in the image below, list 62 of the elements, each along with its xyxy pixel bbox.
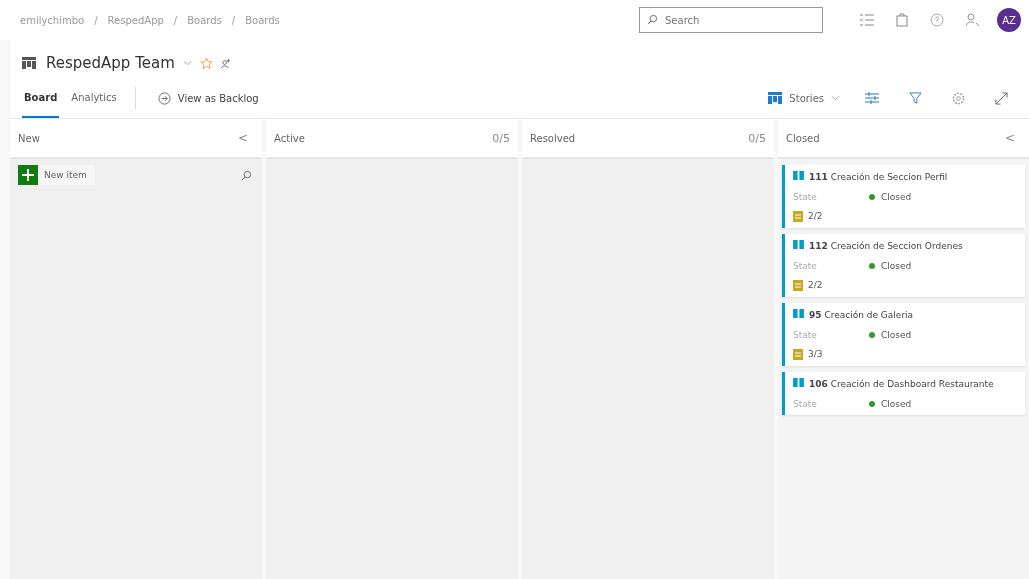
clipboard-icon bbox=[793, 210, 803, 222]
new-item-button[interactable]: New item bbox=[18, 165, 95, 185]
field-label: State bbox=[793, 330, 818, 340]
help-icon[interactable] bbox=[930, 13, 944, 27]
book-icon bbox=[793, 378, 804, 387]
work-item-card[interactable]: 111 Creación de Seccion Perfil State Closed 2/2 bbox=[782, 165, 1025, 228]
board-icon bbox=[22, 57, 36, 69]
expand-icon[interactable] bbox=[995, 91, 1008, 105]
breadcrumb-separator: / bbox=[94, 14, 98, 26]
state-value: Closed bbox=[881, 192, 912, 202]
search-icon bbox=[647, 14, 658, 25]
user-avatar[interactable]: AZ bbox=[997, 8, 1021, 32]
settings-icon[interactable] bbox=[952, 91, 965, 105]
clipboard-icon bbox=[793, 279, 803, 291]
breadcrumb-separator: / bbox=[231, 14, 236, 26]
state-value: Closed bbox=[881, 330, 912, 340]
task-count: 2/2 bbox=[808, 280, 823, 290]
collapse-button[interactable]: < bbox=[231, 130, 254, 146]
shopping-bag-icon[interactable] bbox=[896, 13, 908, 27]
book-icon bbox=[793, 309, 804, 318]
field-label: State bbox=[793, 261, 818, 271]
star-icon[interactable] bbox=[199, 56, 213, 70]
board-icon bbox=[768, 92, 783, 104]
user-settings-icon[interactable] bbox=[966, 13, 980, 27]
clipboard-icon bbox=[793, 348, 803, 360]
breadcrumb-separator: / bbox=[173, 14, 178, 26]
people-icon[interactable] bbox=[220, 57, 232, 69]
column-title: Active bbox=[274, 132, 306, 144]
field-label: State bbox=[793, 399, 818, 409]
work-item-card[interactable]: 112 Creación de Seccion Ordenes State Closed 2/2 bbox=[782, 234, 1025, 297]
column-title: New bbox=[18, 132, 41, 144]
wip-limit: 0/5 bbox=[748, 131, 766, 145]
state-value: Closed bbox=[881, 399, 912, 409]
card-title[interactable]: 112 Creación de Seccion Ordenes bbox=[809, 240, 963, 253]
card-title[interactable]: 111 Creación de Seccion Perfil bbox=[809, 171, 948, 184]
work-item-card[interactable]: 95 Creación de Galeria State Closed 3/3 bbox=[782, 303, 1025, 366]
backlog-level-picker[interactable]: Stories bbox=[762, 91, 846, 105]
column-title: Resolved bbox=[530, 132, 577, 144]
column-title: Closed bbox=[786, 132, 821, 144]
filter-icon[interactable] bbox=[909, 91, 922, 105]
collapse-button[interactable]: < bbox=[998, 130, 1021, 146]
tab[interactable]: Analytics bbox=[69, 78, 119, 118]
list-icon[interactable] bbox=[860, 14, 874, 26]
search-icon[interactable] bbox=[241, 169, 252, 181]
work-item-card[interactable]: 106 Creación de Dashboard Restaurante State Closed bbox=[782, 372, 1025, 415]
task-count: 2/2 bbox=[808, 211, 823, 221]
book-icon bbox=[793, 171, 804, 180]
chevron-down-icon bbox=[831, 95, 840, 101]
field-label: State bbox=[793, 192, 818, 202]
card-title[interactable]: 95 Creación de Galeria bbox=[809, 309, 914, 322]
task-count: 3/3 bbox=[808, 349, 823, 359]
book-icon bbox=[793, 240, 804, 249]
card-title[interactable]: 106 Creación de Dashboard Restaurante bbox=[809, 378, 994, 391]
chevron-down-icon[interactable] bbox=[182, 60, 192, 66]
plus-icon bbox=[18, 165, 38, 185]
wip-limit: 0/5 bbox=[492, 131, 510, 145]
sliders-icon[interactable] bbox=[865, 92, 879, 104]
team-name[interactable]: RespedApp Team bbox=[46, 54, 175, 72]
arrow-circle-icon bbox=[157, 91, 171, 105]
view-as-backlog-button[interactable]: View as Backlog bbox=[151, 90, 265, 106]
state-value: Closed bbox=[881, 261, 912, 271]
search-field[interactable]: Search bbox=[639, 7, 823, 33]
